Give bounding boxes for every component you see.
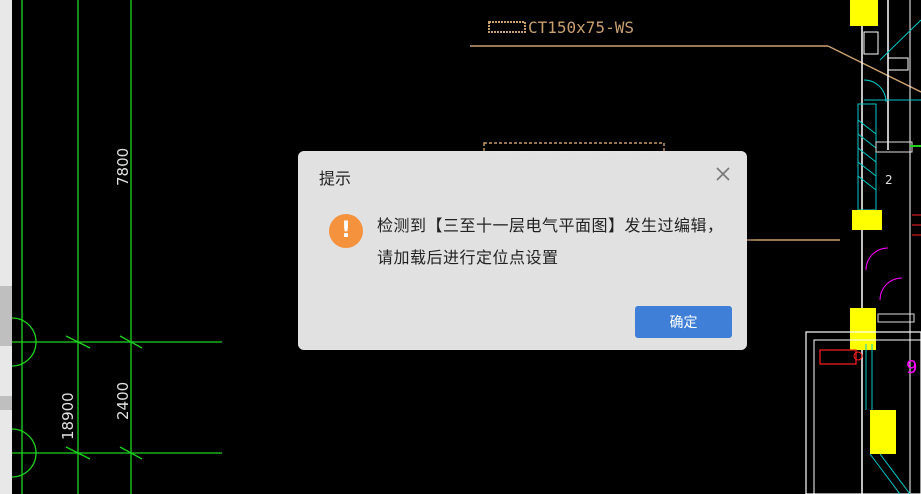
red-symbol bbox=[819, 349, 857, 365]
dialog-title: 提示 bbox=[319, 169, 352, 188]
cable-tray-annotation: CT150x75-WS bbox=[488, 18, 634, 37]
scroll-grip[interactable] bbox=[0, 286, 12, 346]
riser-hatch bbox=[857, 119, 877, 135]
yellow-block bbox=[852, 210, 882, 230]
room-outline bbox=[863, 31, 879, 55]
yellow-block bbox=[850, 0, 878, 26]
door-swing bbox=[863, 79, 887, 103]
annotation-small-glyphs bbox=[488, 21, 526, 33]
riser-hatch bbox=[857, 161, 877, 177]
riser-hatch bbox=[857, 133, 877, 149]
prompt-dialog: 提示 ! 检测到【三至十一层电气平面图】发生过编辑，请加载后进行定位点设置 确定 bbox=[298, 151, 747, 350]
warning-icon: ! bbox=[329, 214, 363, 248]
room-number: 2 bbox=[885, 173, 893, 187]
label-fragment bbox=[877, 313, 915, 323]
magenta-arc bbox=[879, 277, 903, 301]
riser-hatch bbox=[857, 175, 877, 191]
room-outline bbox=[805, 331, 921, 494]
dimension-18900: 18900 bbox=[59, 392, 77, 440]
riser bbox=[857, 103, 877, 211]
cyan-line bbox=[879, 19, 921, 61]
riser-hatch bbox=[857, 147, 877, 163]
room-outline-inner bbox=[813, 339, 921, 494]
symbol bbox=[887, 57, 909, 71]
confirm-button[interactable]: 确定 bbox=[635, 306, 732, 338]
dimension-2400: 2400 bbox=[114, 382, 132, 420]
magenta-arc bbox=[865, 247, 889, 271]
cable-tray-label: CT150x75-WS bbox=[528, 18, 634, 37]
dimension-7800: 7800 bbox=[114, 148, 132, 186]
label-fragment bbox=[875, 141, 913, 153]
scroll-grip[interactable] bbox=[0, 396, 12, 410]
building-plan: 2 9 bbox=[805, 0, 921, 494]
room-number: 9 bbox=[906, 357, 917, 378]
close-icon[interactable] bbox=[713, 164, 733, 184]
yellow-block bbox=[850, 308, 876, 350]
leader-line bbox=[827, 45, 921, 93]
left-side-panel[interactable] bbox=[0, 0, 12, 494]
dialog-message: 检测到【三至十一层电气平面图】发生过编辑，请加载后进行定位点设置 bbox=[377, 216, 724, 267]
red-symbol bbox=[853, 351, 863, 361]
yellow-block bbox=[870, 410, 896, 454]
